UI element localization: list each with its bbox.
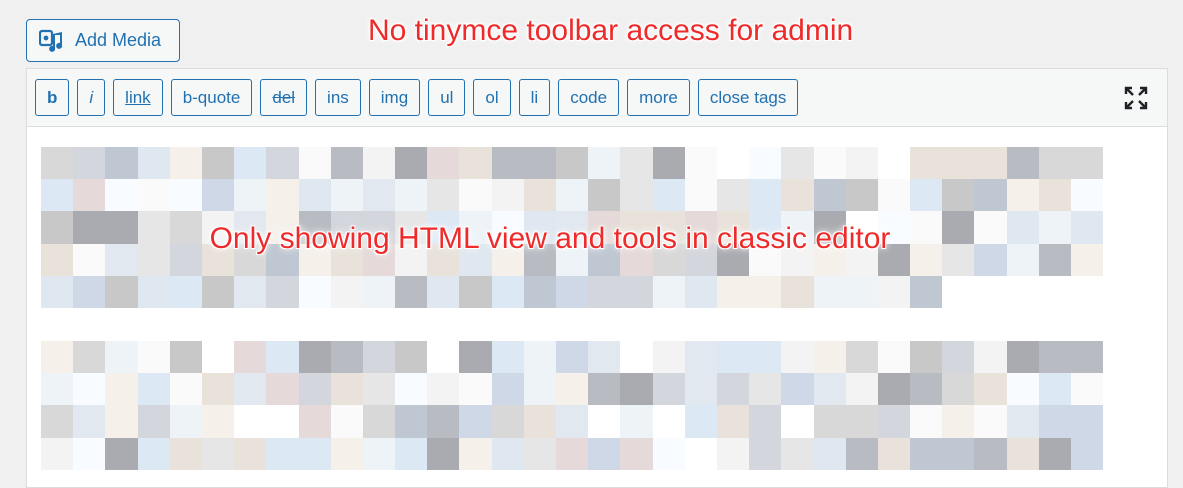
add-media-button[interactable]: Add Media — [26, 19, 180, 62]
annotation-middle: Only showing HTML view and tools in clas… — [209, 222, 891, 255]
qt-more-button[interactable]: more — [627, 79, 690, 116]
qt-li-button[interactable]: li — [518, 79, 551, 116]
qt-img-button[interactable]: img — [368, 79, 421, 116]
qt-close-tags-button[interactable]: close tags — [697, 79, 799, 116]
quicktags-toolbar: b i link b-quote del ins img ul ol li co… — [27, 69, 1167, 127]
qt-blockquote-button[interactable]: b-quote — [170, 79, 253, 116]
qt-ins-button[interactable]: ins — [315, 79, 361, 116]
classic-editor: b i link b-quote del ins img ul ol li co… — [26, 68, 1168, 488]
annotation-top: No tinymce toolbar access for admin — [368, 14, 854, 47]
qt-del-button[interactable]: del — [260, 79, 308, 116]
qt-ul-button[interactable]: ul — [428, 79, 466, 116]
qt-ol-button[interactable]: ol — [473, 79, 511, 116]
media-icon — [39, 29, 65, 53]
editor-content-area[interactable] — [27, 127, 1167, 487]
qt-bold-button[interactable]: b — [35, 79, 70, 116]
qt-link-button[interactable]: link — [113, 79, 163, 116]
qt-code-button[interactable]: code — [558, 79, 620, 116]
pixelated-text-block — [41, 341, 1104, 470]
qt-italic-button[interactable]: i — [77, 79, 106, 116]
add-media-label: Add Media — [75, 30, 162, 50]
fullscreen-expand-icon[interactable] — [1123, 85, 1149, 111]
